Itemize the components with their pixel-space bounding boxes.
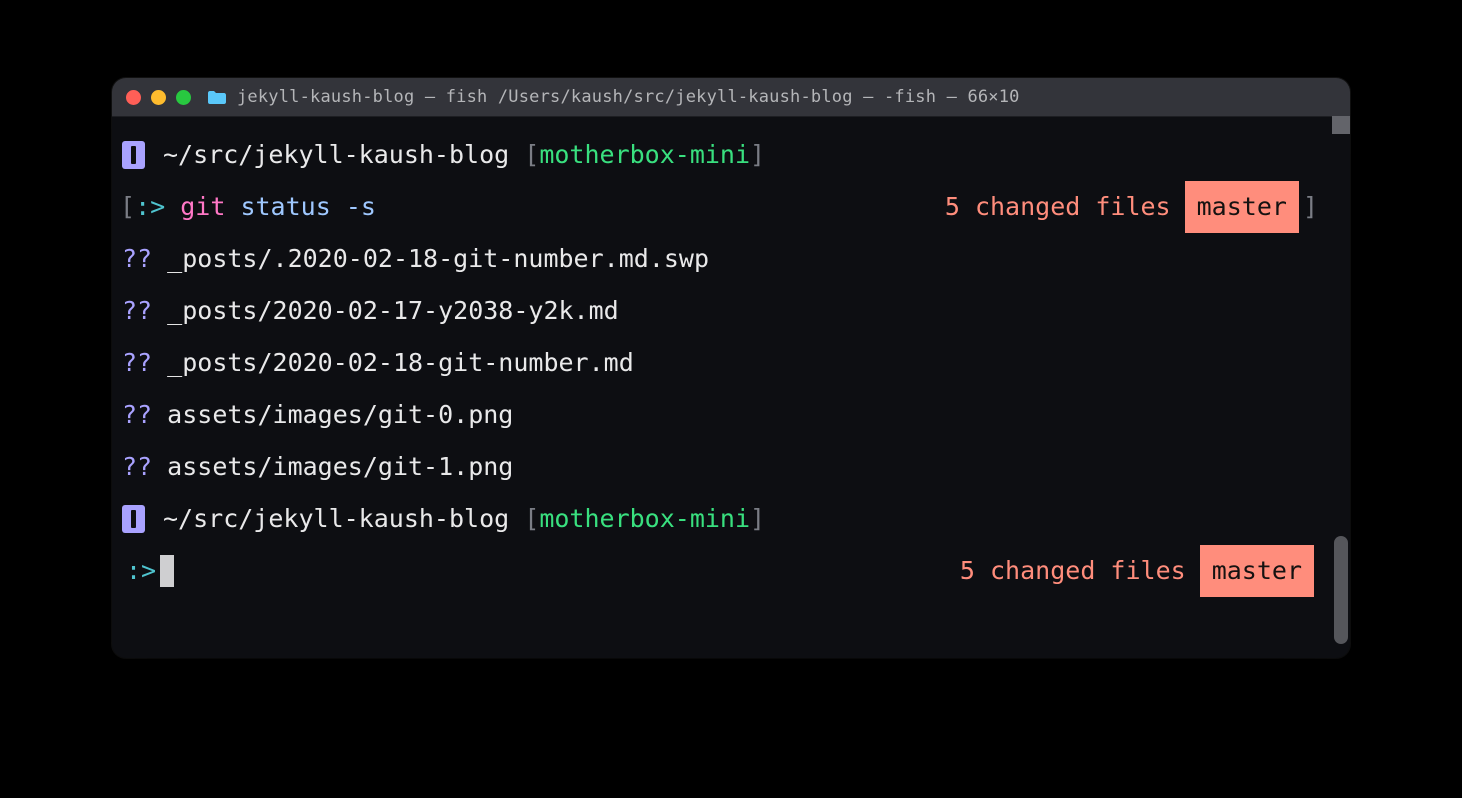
git-branch-badge: master [1185,181,1299,233]
prompt-arrow: :> [126,545,156,597]
git-status-row: ?? assets/images/git-1.png [116,441,1344,493]
scrollbar[interactable] [1334,536,1348,644]
cursor-icon [160,555,174,587]
host-close-bracket: ] [750,129,765,181]
host-close-bracket: ] [750,493,765,545]
git-status-marker: ?? [122,285,152,337]
host-open-bracket: [ [524,493,539,545]
git-branch-badge: master [1200,545,1314,597]
git-status-row: ?? _posts/.2020-02-18-git-number.md.swp [116,233,1344,285]
folder-icon [207,90,227,105]
git-status-file: _posts/.2020-02-18-git-number.md.swp [167,233,709,285]
git-status-marker: ?? [122,233,152,285]
terminal-body[interactable]: ~/src/jekyll-kaush-blog [ motherbox-mini… [112,117,1350,658]
close-icon[interactable] [126,90,141,105]
maximize-icon[interactable] [176,90,191,105]
prompt-context-row: ~/src/jekyll-kaush-blog [ motherbox-mini… [116,493,1344,545]
git-status-row: ?? _posts/2020-02-17-y2038-y2k.md [116,285,1344,337]
command-row: [ :> git status -s 5 changed files maste… [116,181,1344,233]
minimize-icon[interactable] [151,90,166,105]
vim-mode-icon [122,141,145,169]
prompt-context-row: ~/src/jekyll-kaush-blog [ motherbox-mini… [116,129,1344,181]
changed-files-count: 5 changed files [945,181,1171,233]
git-status-row: ?? assets/images/git-0.png [116,389,1344,441]
window-title: jekyll-kaush-blog — fish /Users/kaush/sr… [237,87,1020,107]
prompt-path: ~/src/jekyll-kaush-blog [163,493,509,545]
git-status-row: ?? _posts/2020-02-18-git-number.md [116,337,1344,389]
git-status-file: _posts/2020-02-18-git-number.md [167,337,634,389]
titlebar[interactable]: jekyll-kaush-blog — fish /Users/kaush/sr… [112,78,1350,117]
vim-mode-icon [122,505,145,533]
git-status-file: assets/images/git-1.png [167,441,513,493]
cmd-git: git [180,181,225,233]
prompt-input-row[interactable]: :> 5 changed files master [116,545,1344,597]
terminal-window: jekyll-kaush-blog — fish /Users/kaush/sr… [112,78,1350,658]
host-open-bracket: [ [524,129,539,181]
git-status-file: assets/images/git-0.png [167,389,513,441]
git-status-marker: ?? [122,441,152,493]
cmd-arg-short: -s [346,181,376,233]
prompt-open-bracket: [ [120,181,135,233]
git-status-file: _posts/2020-02-17-y2038-y2k.md [167,285,619,337]
git-status-marker: ?? [122,337,152,389]
prompt-path: ~/src/jekyll-kaush-blog [163,129,509,181]
cmd-arg-status: status [240,181,330,233]
prompt-close-bracket: ] [1303,181,1318,233]
changed-files-count: 5 changed files [960,545,1186,597]
git-status-marker: ?? [122,389,152,441]
prompt-host: motherbox-mini [539,129,750,181]
prompt-host: motherbox-mini [539,493,750,545]
prompt-arrow: :> [135,181,165,233]
right-prompt: 5 changed files master [960,545,1318,597]
right-prompt: 5 changed files master ] [945,181,1318,233]
